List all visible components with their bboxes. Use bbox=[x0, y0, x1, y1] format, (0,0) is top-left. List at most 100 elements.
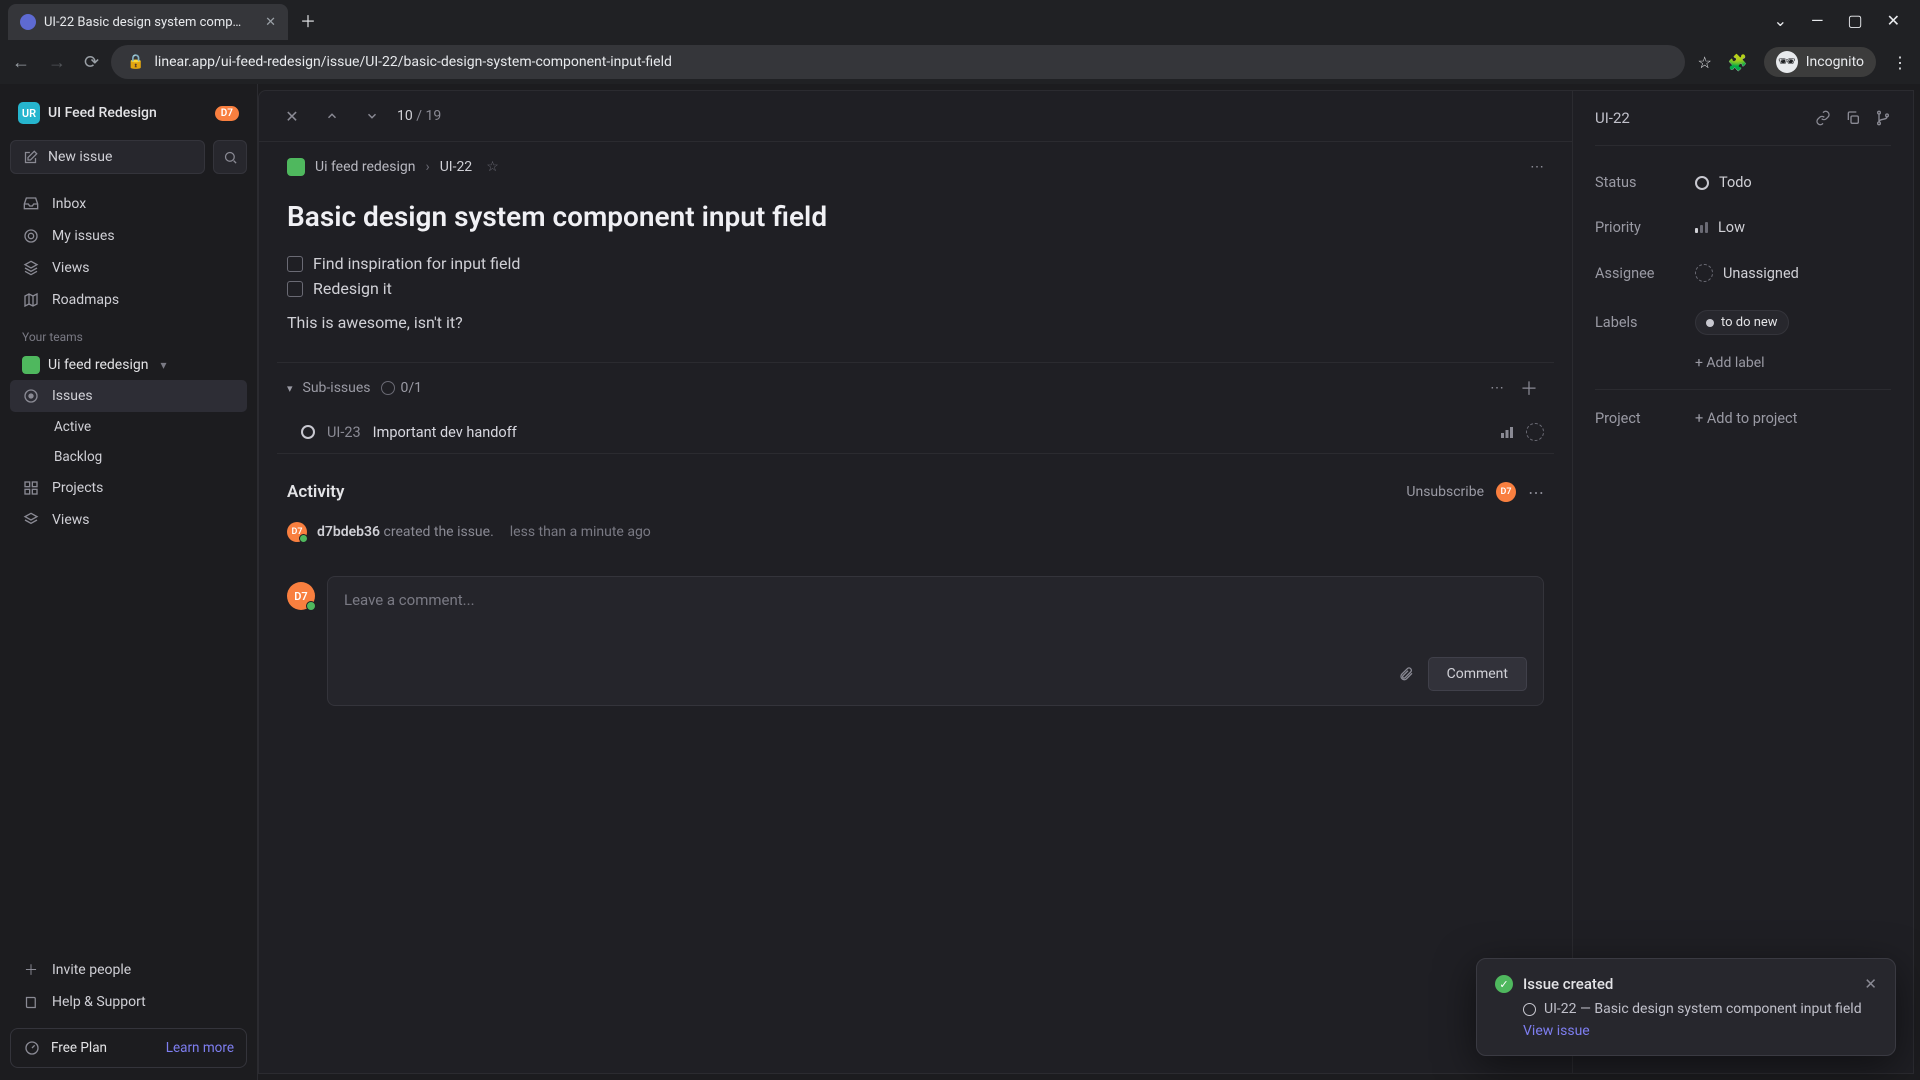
chevron-right-icon: › bbox=[425, 159, 429, 175]
help-support-button[interactable]: Help & Support bbox=[10, 986, 247, 1018]
attach-button[interactable] bbox=[1398, 666, 1414, 682]
map-icon bbox=[22, 291, 40, 309]
url-text: linear.app/ui-feed-redesign/issue/UI-22/… bbox=[155, 54, 672, 70]
sidebar-item-projects[interactable]: Projects bbox=[10, 472, 247, 504]
subissues-more-button[interactable]: ⋯ bbox=[1490, 380, 1504, 396]
sidebar-section-teams: Your teams bbox=[10, 316, 247, 350]
success-icon: ✓ bbox=[1495, 975, 1513, 993]
incognito-icon: 🕶 bbox=[1776, 51, 1798, 73]
issue-body[interactable]: Find inspiration for input field Redesig… bbox=[259, 251, 1572, 350]
window-controls: ⌄ ― ▢ ✕ bbox=[1774, 11, 1912, 30]
comment-button[interactable]: Comment bbox=[1428, 657, 1527, 691]
close-panel-button[interactable]: ✕ bbox=[277, 101, 307, 131]
status-picker[interactable]: Todo bbox=[1695, 174, 1752, 191]
add-label-button[interactable]: + Add label bbox=[1595, 349, 1891, 390]
new-issue-button[interactable]: New issue bbox=[10, 140, 205, 174]
sidebar-item-roadmaps[interactable]: Roadmaps bbox=[10, 284, 247, 316]
log-timestamp: less than a minute ago bbox=[510, 524, 651, 540]
forward-button[interactable]: → bbox=[48, 52, 66, 73]
add-subissue-button[interactable]: ＋ bbox=[1514, 375, 1544, 401]
label-pill[interactable]: to do new bbox=[1695, 310, 1789, 335]
browser-menu-button[interactable]: ⋮ bbox=[1892, 53, 1908, 72]
panel-issue-id: UI-22 bbox=[1595, 109, 1801, 127]
more-options-button[interactable]: ⋯ bbox=[1530, 159, 1544, 175]
sidebar-item-team-views[interactable]: Views bbox=[10, 504, 247, 536]
checkbox[interactable] bbox=[287, 281, 303, 297]
priority-property: Priority Low bbox=[1595, 205, 1891, 250]
git-branch-button[interactable] bbox=[1875, 110, 1891, 126]
activity-more-button[interactable]: ⋯ bbox=[1528, 483, 1544, 502]
plan-indicator: Free Plan Learn more bbox=[10, 1028, 247, 1068]
browser-tab[interactable]: UI-22 Basic design system comp… ✕ bbox=[8, 4, 288, 40]
new-tab-button[interactable]: ＋ bbox=[300, 8, 316, 32]
projects-icon bbox=[22, 479, 40, 497]
issue-title[interactable]: Basic design system component input fiel… bbox=[259, 190, 1572, 251]
next-issue-button[interactable] bbox=[357, 101, 387, 131]
subscriber-avatar[interactable]: D7 bbox=[1496, 482, 1516, 502]
view-issue-link[interactable]: View issue bbox=[1495, 1023, 1877, 1039]
priority-icon[interactable] bbox=[1500, 425, 1514, 439]
copy-link-button[interactable] bbox=[1815, 110, 1831, 126]
sidebar-item-active[interactable]: Active bbox=[10, 412, 247, 442]
chevron-down-icon[interactable]: ⌄ bbox=[1774, 11, 1787, 30]
subissues-progress: 0/1 bbox=[381, 380, 423, 396]
subissue-title: Important dev handoff bbox=[373, 424, 517, 441]
priority-icon bbox=[1695, 222, 1708, 233]
toast-title: Issue created bbox=[1523, 975, 1613, 993]
search-button[interactable] bbox=[213, 140, 247, 174]
toast-notification: ✓ Issue created ✕ UI-22 — Basic design s… bbox=[1476, 958, 1896, 1056]
panel-header: UI-22 bbox=[1595, 109, 1891, 146]
sidebar-item-my-issues[interactable]: My issues bbox=[10, 220, 247, 252]
learn-more-link[interactable]: Learn more bbox=[166, 1040, 234, 1056]
progress-ring-icon bbox=[381, 381, 395, 395]
layers-icon bbox=[22, 259, 40, 277]
back-button[interactable]: ← bbox=[12, 52, 30, 73]
plus-icon: ＋ bbox=[22, 961, 40, 979]
bookmark-button[interactable]: ☆ bbox=[1697, 53, 1711, 72]
chevron-down-icon: ▾ bbox=[160, 358, 166, 372]
activity-log-item: D7 d7bdeb36 created the issue. less than… bbox=[287, 502, 1544, 556]
invite-people-button[interactable]: ＋ Invite people bbox=[10, 954, 247, 986]
team-dropdown[interactable]: Ui feed redesign ▾ bbox=[10, 350, 247, 380]
prev-issue-button[interactable] bbox=[317, 101, 347, 131]
url-input[interactable]: 🔒 linear.app/ui-feed-redesign/issue/UI-2… bbox=[111, 45, 1685, 79]
sidebar-item-backlog[interactable]: Backlog bbox=[10, 442, 247, 472]
unsubscribe-button[interactable]: Unsubscribe bbox=[1406, 484, 1484, 500]
sidebar-item-issues[interactable]: Issues bbox=[10, 380, 247, 412]
sidebar: UR UI Feed Redesign D7 New issue Inbox M… bbox=[0, 84, 258, 1080]
reload-button[interactable]: ⟳ bbox=[84, 52, 99, 73]
extensions-button[interactable]: 🧩 bbox=[1728, 53, 1748, 72]
add-project-button[interactable]: + Add to project bbox=[1695, 410, 1797, 427]
maximize-button[interactable]: ▢ bbox=[1847, 11, 1862, 30]
status-property: Status Todo bbox=[1595, 160, 1891, 205]
team-icon bbox=[22, 356, 40, 374]
incognito-badge[interactable]: 🕶 Incognito bbox=[1764, 47, 1876, 77]
collapse-toggle[interactable]: ▾ bbox=[287, 382, 293, 395]
sidebar-item-views[interactable]: Views bbox=[10, 252, 247, 284]
comment-input[interactable]: Leave a comment... Comment bbox=[327, 576, 1544, 706]
favicon-icon bbox=[20, 14, 36, 30]
minimize-button[interactable]: ― bbox=[1811, 11, 1824, 30]
workspace-badge: D7 bbox=[215, 106, 239, 121]
workspace-switcher[interactable]: UR UI Feed Redesign D7 bbox=[10, 96, 247, 130]
breadcrumb-project[interactable]: Ui feed redesign bbox=[315, 159, 415, 175]
user-avatar: D7 bbox=[287, 582, 315, 610]
toast-close-button[interactable]: ✕ bbox=[1864, 975, 1877, 993]
target-icon bbox=[22, 227, 40, 245]
checkbox[interactable] bbox=[287, 256, 303, 272]
copy-id-button[interactable] bbox=[1845, 110, 1861, 126]
close-tab-button[interactable]: ✕ bbox=[265, 15, 276, 30]
toast-body: UI-22 — Basic design system component in… bbox=[1495, 993, 1877, 1023]
status-icon[interactable] bbox=[301, 425, 315, 439]
priority-picker[interactable]: Low bbox=[1695, 219, 1745, 236]
close-window-button[interactable]: ✕ bbox=[1887, 11, 1900, 30]
assignee-icon[interactable] bbox=[1526, 423, 1544, 441]
assignee-picker[interactable]: Unassigned bbox=[1695, 264, 1799, 282]
lock-icon: 🔒 bbox=[127, 54, 144, 70]
subissue-row[interactable]: UI-23 Important dev handoff bbox=[277, 413, 1554, 453]
activity-section: Activity Unsubscribe D7 ⋯ D7 d7bdeb36 cr… bbox=[259, 454, 1572, 570]
workspace-name: UI Feed Redesign bbox=[48, 105, 207, 121]
sidebar-item-inbox[interactable]: Inbox bbox=[10, 188, 247, 220]
favorite-button[interactable]: ☆ bbox=[486, 159, 499, 175]
issue-content: ✕ 10 / 19 Ui feed redesign › UI-22 ☆ ⋯ B… bbox=[259, 91, 1573, 1073]
